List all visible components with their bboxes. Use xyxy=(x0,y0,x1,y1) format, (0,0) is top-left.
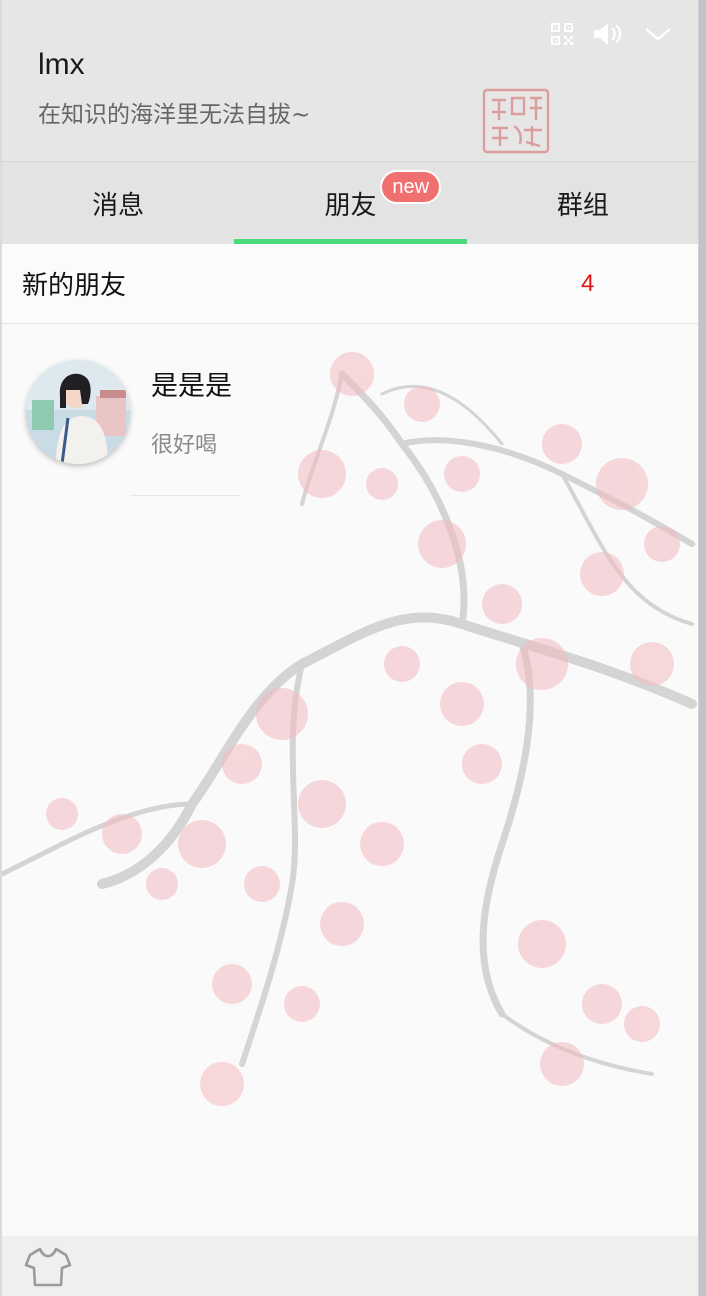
tshirt-icon[interactable] xyxy=(24,1246,72,1292)
new-friends-count: 4 xyxy=(581,269,595,297)
chevron-down-icon[interactable] xyxy=(645,27,671,41)
username: lmx xyxy=(38,48,85,81)
signature[interactable]: 在知识的海洋里无法自拔~ xyxy=(38,95,310,129)
volume-icon[interactable] xyxy=(593,22,625,46)
friend-list-item[interactable]: 是是是 很好喝 xyxy=(2,324,698,499)
tab-label: 群组 xyxy=(556,190,609,221)
bottom-toolbar xyxy=(2,1236,698,1296)
profile-header: lmx 在知识的海洋里无法自拔~ xyxy=(2,0,698,162)
new-badge: new xyxy=(380,170,442,204)
friends-list: 新的朋友 4 是是是 很好喝 xyxy=(2,244,698,1236)
tab-label: 消息 xyxy=(92,190,145,221)
friend-last-message: 很好喝 xyxy=(151,433,218,458)
friend-name: 是是是 xyxy=(151,371,232,402)
divider xyxy=(130,495,240,496)
tab-bar: 消息 朋友 new 群组 xyxy=(2,161,698,244)
tab-groups[interactable]: 群组 xyxy=(467,162,698,244)
tab-friends[interactable]: 朋友 new xyxy=(234,162,467,244)
avatar[interactable] xyxy=(26,360,130,464)
new-friends-label: 新的朋友 xyxy=(22,271,127,301)
window-edge xyxy=(699,0,706,1296)
tab-label: 朋友 xyxy=(324,190,377,221)
tab-messages[interactable]: 消息 xyxy=(2,162,234,244)
chat-panel: lmx 在知识的海洋里无法自拔~ 消息 朋友 new 群组 新的朋友 4 是是是… xyxy=(2,0,699,1296)
qrcode-icon[interactable] xyxy=(551,23,573,45)
new-friends-row[interactable]: 新的朋友 4 xyxy=(2,244,698,324)
seal-stamp-icon xyxy=(480,86,556,162)
